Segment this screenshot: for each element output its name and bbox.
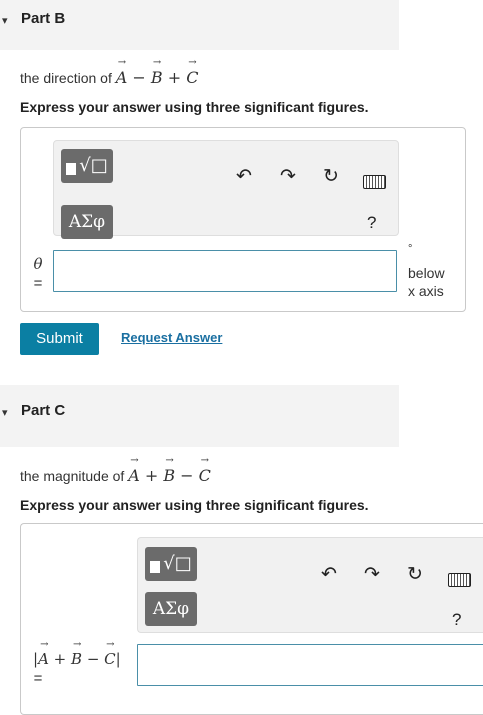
collapse-caret-icon[interactable]: ▾ [2, 14, 8, 27]
equals-label: = [33, 670, 43, 687]
templates-icon [66, 163, 77, 175]
unit-x-axis: x axis [408, 283, 444, 299]
greek-symbols-button[interactable]: AΣφ [145, 592, 197, 626]
collapse-caret-icon[interactable]: ▾ [2, 406, 8, 419]
redo-icon[interactable]: ↷ [276, 165, 300, 188]
direction-answer-input[interactable] [53, 250, 397, 292]
keyboard-icon[interactable] [363, 175, 386, 189]
templates-button[interactable]: √□ [61, 149, 113, 183]
part-c-header[interactable]: ▾ Part C [0, 385, 399, 447]
magnitude-label: |A + B − C| [33, 639, 121, 668]
unit-below: below [408, 265, 445, 281]
vector-expression: A − B + C [116, 57, 199, 87]
math-toolbar: √□ AΣφ ↶ ↷ ↻ ? [53, 140, 399, 239]
part-b-header[interactable]: ▾ Part B [0, 0, 399, 50]
submit-button[interactable]: Submit [20, 323, 99, 355]
part-b-instruction: Express your answer using three signific… [20, 99, 369, 115]
part-b-prompt: the direction of A − B + C [20, 57, 199, 87]
part-b-answer-box: √□ AΣφ ↶ ↷ ↻ ? θ = ° below x axis [20, 127, 466, 312]
part-b-title: Part B [21, 10, 66, 27]
magnitude-answer-input[interactable] [137, 644, 483, 686]
part-c-instruction: Express your answer using three signific… [20, 497, 369, 513]
math-toolbar: √□ AΣφ ↶ ↷ ↻ ? [137, 537, 483, 633]
undo-icon[interactable]: ↶ [317, 563, 341, 586]
part-c-answer-box: √□ AΣφ ↶ ↷ ↻ ? |A + B − C| = [20, 523, 483, 715]
degree-symbol: ° [408, 243, 413, 255]
help-button[interactable]: ? [367, 213, 376, 233]
templates-button[interactable]: √□ [145, 547, 197, 581]
undo-icon[interactable]: ↶ [232, 165, 256, 188]
redo-icon[interactable]: ↷ [360, 563, 384, 586]
request-answer-link[interactable]: Request Answer [121, 330, 222, 345]
prompt-text: the magnitude of [20, 468, 129, 484]
part-c-prompt: the magnitude of A + B − C [20, 455, 211, 485]
part-c-title: Part C [21, 402, 66, 419]
help-button[interactable]: ? [452, 610, 461, 630]
keyboard-icon[interactable] [448, 573, 471, 587]
reset-icon[interactable]: ↻ [319, 165, 343, 188]
reset-icon[interactable]: ↻ [403, 563, 427, 586]
prompt-text: the direction of [20, 70, 116, 86]
greek-symbols-button[interactable]: AΣφ [61, 205, 113, 239]
equals-label: = [33, 275, 43, 292]
theta-label: θ [33, 255, 43, 273]
templates-icon [150, 561, 161, 573]
vector-expression: A + B − C [128, 455, 211, 485]
